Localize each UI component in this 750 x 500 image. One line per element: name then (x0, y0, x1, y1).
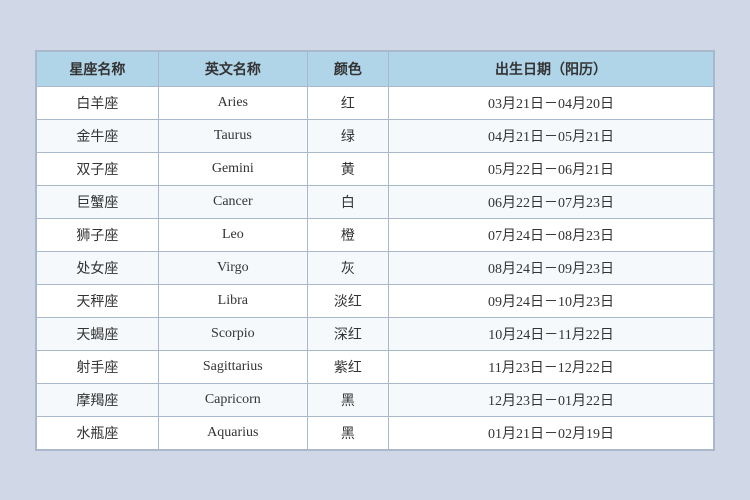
zodiac-table: 星座名称 英文名称 颜色 出生日期（阳历） 白羊座Aries红03月21日－04… (36, 51, 714, 450)
cell-chinese: 水瓶座 (37, 416, 159, 449)
table-row: 白羊座Aries红03月21日－04月20日 (37, 86, 714, 119)
cell-date: 09月24日－10月23日 (389, 284, 714, 317)
cell-color: 淡红 (307, 284, 388, 317)
cell-date: 12月23日－01月22日 (389, 383, 714, 416)
zodiac-table-container: 星座名称 英文名称 颜色 出生日期（阳历） 白羊座Aries红03月21日－04… (35, 50, 715, 451)
cell-chinese: 巨蟹座 (37, 185, 159, 218)
cell-english: Aquarius (158, 416, 307, 449)
cell-date: 04月21日－05月21日 (389, 119, 714, 152)
table-row: 双子座Gemini黄05月22日－06月21日 (37, 152, 714, 185)
cell-english: Scorpio (158, 317, 307, 350)
cell-color: 绿 (307, 119, 388, 152)
table-row: 天蝎座Scorpio深红10月24日－11月22日 (37, 317, 714, 350)
cell-date: 10月24日－11月22日 (389, 317, 714, 350)
cell-chinese: 白羊座 (37, 86, 159, 119)
table-row: 处女座Virgo灰08月24日－09月23日 (37, 251, 714, 284)
cell-chinese: 射手座 (37, 350, 159, 383)
cell-chinese: 双子座 (37, 152, 159, 185)
cell-english: Capricorn (158, 383, 307, 416)
cell-color: 橙 (307, 218, 388, 251)
cell-date: 08月24日－09月23日 (389, 251, 714, 284)
cell-date: 07月24日－08月23日 (389, 218, 714, 251)
cell-color: 黑 (307, 383, 388, 416)
cell-date: 06月22日－07月23日 (389, 185, 714, 218)
table-row: 摩羯座Capricorn黑12月23日－01月22日 (37, 383, 714, 416)
cell-chinese: 天蝎座 (37, 317, 159, 350)
cell-english: Libra (158, 284, 307, 317)
table-row: 狮子座Leo橙07月24日－08月23日 (37, 218, 714, 251)
cell-english: Sagittarius (158, 350, 307, 383)
cell-color: 红 (307, 86, 388, 119)
table-row: 水瓶座Aquarius黑01月21日－02月19日 (37, 416, 714, 449)
header-date: 出生日期（阳历） (389, 51, 714, 86)
cell-color: 紫红 (307, 350, 388, 383)
header-chinese: 星座名称 (37, 51, 159, 86)
table-row: 射手座Sagittarius紫红11月23日－12月22日 (37, 350, 714, 383)
table-body: 白羊座Aries红03月21日－04月20日金牛座Taurus绿04月21日－0… (37, 86, 714, 449)
cell-english: Virgo (158, 251, 307, 284)
header-english: 英文名称 (158, 51, 307, 86)
cell-chinese: 狮子座 (37, 218, 159, 251)
cell-date: 05月22日－06月21日 (389, 152, 714, 185)
cell-date: 03月21日－04月20日 (389, 86, 714, 119)
cell-color: 黄 (307, 152, 388, 185)
cell-english: Leo (158, 218, 307, 251)
table-row: 天秤座Libra淡红09月24日－10月23日 (37, 284, 714, 317)
cell-color: 白 (307, 185, 388, 218)
cell-chinese: 处女座 (37, 251, 159, 284)
table-row: 金牛座Taurus绿04月21日－05月21日 (37, 119, 714, 152)
cell-english: Aries (158, 86, 307, 119)
cell-color: 黑 (307, 416, 388, 449)
table-row: 巨蟹座Cancer白06月22日－07月23日 (37, 185, 714, 218)
cell-color: 深红 (307, 317, 388, 350)
cell-chinese: 金牛座 (37, 119, 159, 152)
cell-english: Gemini (158, 152, 307, 185)
cell-chinese: 摩羯座 (37, 383, 159, 416)
cell-english: Cancer (158, 185, 307, 218)
header-color: 颜色 (307, 51, 388, 86)
cell-english: Taurus (158, 119, 307, 152)
table-header-row: 星座名称 英文名称 颜色 出生日期（阳历） (37, 51, 714, 86)
cell-date: 11月23日－12月22日 (389, 350, 714, 383)
cell-date: 01月21日－02月19日 (389, 416, 714, 449)
cell-chinese: 天秤座 (37, 284, 159, 317)
cell-color: 灰 (307, 251, 388, 284)
